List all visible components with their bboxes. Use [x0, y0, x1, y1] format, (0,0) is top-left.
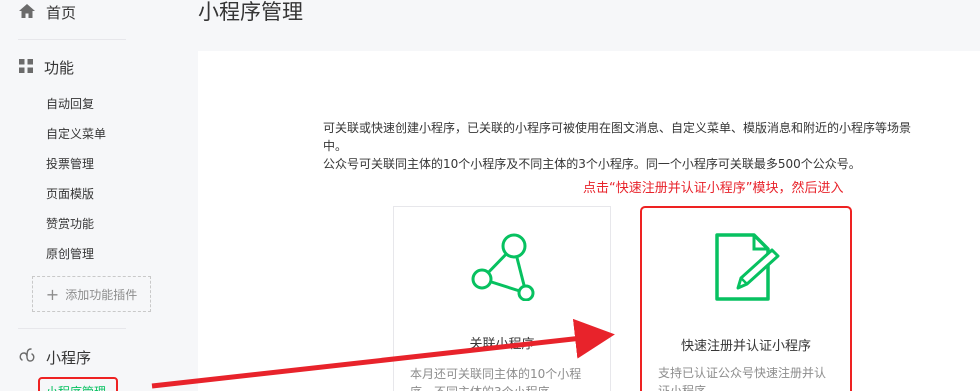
edit-document-icon	[714, 232, 780, 306]
description-line: 公众号可关联同主体的10个小程序及不同主体的3个小程序。同一个小程序可关联最多5…	[323, 157, 861, 171]
mini-program-icon	[18, 346, 36, 368]
sidebar-item-label: 首页	[46, 4, 77, 22]
network-link-icon	[468, 231, 538, 305]
sidebar-section-label: 小程序	[46, 348, 92, 367]
grid-icon	[18, 58, 34, 78]
sidebar-item-page-template[interactable]: 页面模版	[46, 185, 94, 202]
page-title: 小程序管理	[198, 0, 303, 24]
sidebar-section-label: 功能	[44, 59, 75, 77]
sidebar: 首页 功能 自动回复 自定义菜单 投票管理 页面模版 赞赏功能 原创管理 + 添…	[0, 0, 180, 391]
link-mini-program-card[interactable]: 关联小程序 本月还可关联同主体的10个小程序，不同主体的3个小程序	[393, 206, 611, 391]
description: 可关联或快速创建小程序，已关联的小程序可被使用在图文消息、自定义菜单、模版消息和…	[323, 119, 913, 173]
quick-register-card[interactable]: 快速注册并认证小程序 支持已认证公众号快速注册并认证小程序	[640, 206, 852, 391]
card-title: 关联小程序	[469, 337, 535, 352]
description-line: 可关联或快速创建小程序，已关联的小程序可被使用在图文消息、自定义菜单、模版消息和…	[323, 121, 912, 153]
sidebar-item-auto-reply[interactable]: 自动回复	[46, 95, 94, 112]
sidebar-item-vote[interactable]: 投票管理	[46, 155, 94, 172]
add-plugin-label: 添加功能插件	[65, 287, 138, 302]
home-icon	[18, 3, 36, 23]
divider	[18, 328, 126, 329]
annotation-text: 点击“快速注册并认证小程序”模块，然后进入	[583, 181, 844, 196]
add-plugin-button[interactable]: + 添加功能插件	[32, 276, 151, 312]
card-description: 本月还可关联同主体的10个小程序，不同主体的3个小程序	[410, 367, 582, 391]
sidebar-item-reward[interactable]: 赞赏功能	[46, 215, 94, 232]
divider	[18, 39, 126, 40]
sidebar-item-original[interactable]: 原创管理	[46, 245, 94, 262]
plus-icon: +	[45, 284, 60, 304]
card-description: 支持已认证公众号快速注册并认证小程序	[658, 366, 827, 391]
card-title: 快速注册并认证小程序	[680, 339, 811, 354]
sidebar-section-functions[interactable]: 功能	[18, 57, 74, 78]
sidebar-item-home[interactable]: 首页	[18, 2, 76, 23]
sidebar-item-mini-program-manage[interactable]: 小程序管理	[38, 377, 118, 391]
sidebar-item-custom-menu[interactable]: 自定义菜单	[46, 125, 106, 142]
sidebar-section-mini-program[interactable]: 小程序	[18, 346, 91, 368]
